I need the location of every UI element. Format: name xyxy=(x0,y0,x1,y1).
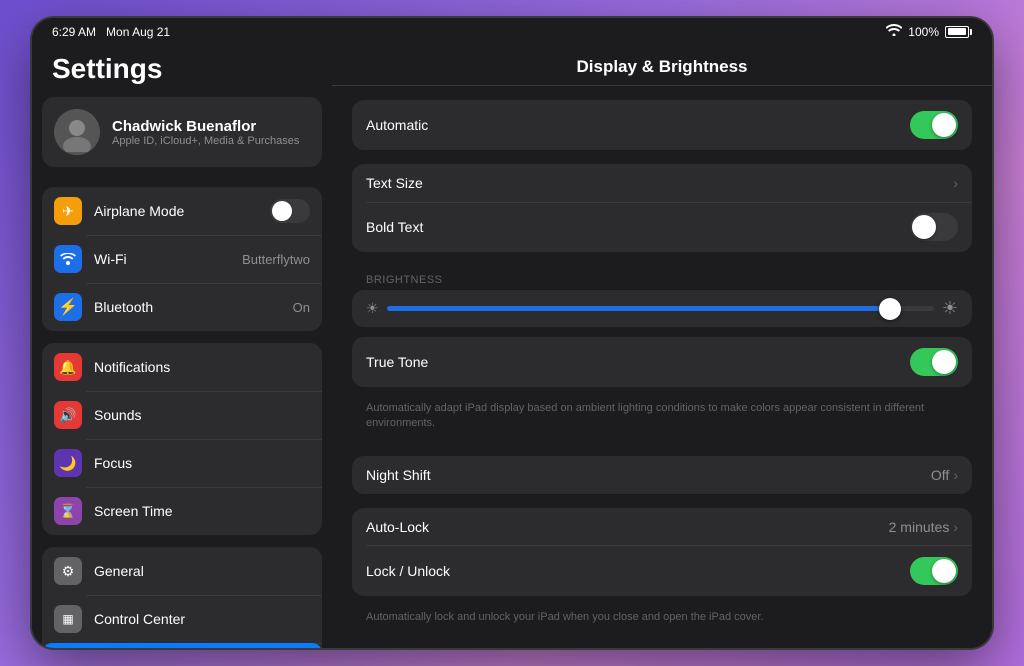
avatar xyxy=(54,109,100,155)
user-info: Chadwick Buenaflor Apple ID, iCloud+, Me… xyxy=(112,118,299,147)
sidebar-item-screentime[interactable]: ⌛ Screen Time xyxy=(42,487,322,535)
focus-icon: 🌙 xyxy=(54,449,82,477)
truetone-label: True Tone xyxy=(366,354,910,370)
wifi-icon xyxy=(886,24,902,39)
airplane-icon: ✈ xyxy=(54,197,82,225)
detail-group-nightshift: Night Shift Off › xyxy=(352,456,972,494)
user-card[interactable]: Chadwick Buenaflor Apple ID, iCloud+, Me… xyxy=(42,97,322,167)
screentime-icon: ⌛ xyxy=(54,497,82,525)
detail-group-text: Text Size › Bold Text xyxy=(352,164,972,252)
time: 6:29 AM xyxy=(52,25,96,39)
battery-percentage: 100% xyxy=(908,25,939,39)
user-name: Chadwick Buenaflor xyxy=(112,118,299,135)
controlcenter-icon: ▦ xyxy=(54,605,82,633)
nightshift-label: Night Shift xyxy=(366,467,931,483)
detail-row-automatic: Automatic xyxy=(352,100,972,150)
detail-group-lock: Auto-Lock 2 minutes › Lock / Unlock xyxy=(352,508,972,596)
sidebar-item-displaybrightness[interactable]: AA Display & Brightness xyxy=(42,643,322,648)
wifi-nav-icon xyxy=(54,245,82,273)
status-icons: 100% xyxy=(886,24,972,39)
brightness-track[interactable] xyxy=(387,306,934,311)
automatic-toggle[interactable] xyxy=(910,111,958,139)
sun-large-icon: ☀ xyxy=(942,298,958,319)
textsize-chevron: › xyxy=(953,175,958,191)
detail-row-autolock[interactable]: Auto-Lock 2 minutes › xyxy=(352,508,972,546)
detail-row-truetone: True Tone xyxy=(352,337,972,387)
detail-group-truetone: True Tone xyxy=(352,337,972,387)
sun-small-icon: ☀ xyxy=(366,300,379,317)
status-bar: 6:29 AM Mon Aug 21 100% xyxy=(32,18,992,45)
sidebar: Settings Chadwick Buenaflor Apple ID, iC… xyxy=(32,45,332,648)
sidebar-group-notifications: 🔔 Notifications 🔊 Sounds 🌙 Focus ⌛ Scree… xyxy=(42,343,322,535)
sidebar-item-controlcenter[interactable]: ▦ Control Center xyxy=(42,595,322,643)
wifi-value: Butterflytwo xyxy=(242,252,310,267)
sidebar-label-notifications: Notifications xyxy=(94,359,310,375)
autolock-chevron: › xyxy=(953,519,958,535)
sidebar-item-bluetooth[interactable]: ⚡ Bluetooth On xyxy=(42,283,322,331)
sidebar-label-general: General xyxy=(94,563,310,579)
detail-group-automatic: Automatic xyxy=(352,100,972,150)
sidebar-title: Settings xyxy=(42,45,322,97)
autolock-label: Auto-Lock xyxy=(366,519,889,535)
sidebar-group-general: ⚙ General ▦ Control Center AA Display & … xyxy=(42,547,322,648)
notifications-icon: 🔔 xyxy=(54,353,82,381)
detail-row-textsize[interactable]: Text Size › xyxy=(352,164,972,202)
general-icon: ⚙ xyxy=(54,557,82,585)
brightness-fill xyxy=(387,306,880,311)
main-content: Settings Chadwick Buenaflor Apple ID, iC… xyxy=(32,45,992,648)
detail-row-nightshift[interactable]: Night Shift Off › xyxy=(352,456,972,494)
boldtext-toggle[interactable] xyxy=(910,213,958,241)
sidebar-label-controlcenter: Control Center xyxy=(94,611,310,627)
autolock-value: 2 minutes xyxy=(889,519,950,535)
sidebar-item-focus[interactable]: 🌙 Focus xyxy=(42,439,322,487)
user-subtitle: Apple ID, iCloud+, Media & Purchases xyxy=(112,135,299,147)
detail-row-lockunlock: Lock / Unlock xyxy=(352,546,972,596)
sidebar-label-sounds: Sounds xyxy=(94,407,310,423)
sidebar-item-airplane[interactable]: ✈ Airplane Mode xyxy=(42,187,322,235)
sidebar-label-wifi: Wi-Fi xyxy=(94,251,230,267)
bluetooth-value: On xyxy=(293,300,310,315)
ipad-frame: 6:29 AM Mon Aug 21 100% Settings xyxy=(32,18,992,648)
sidebar-label-screentime: Screen Time xyxy=(94,503,310,519)
brightness-slider-container: ☀ ☀ xyxy=(352,290,972,327)
lockunlock-label: Lock / Unlock xyxy=(366,563,910,579)
sidebar-item-wifi[interactable]: Wi-Fi Butterflytwo xyxy=(42,235,322,283)
detail-pane: Display & Brightness Automatic Text Size… xyxy=(332,45,992,648)
sidebar-label-focus: Focus xyxy=(94,455,310,471)
sidebar-item-general[interactable]: ⚙ General xyxy=(42,547,322,595)
detail-title: Display & Brightness xyxy=(332,45,992,86)
sidebar-label-bluetooth: Bluetooth xyxy=(94,299,281,315)
sidebar-item-sounds[interactable]: 🔊 Sounds xyxy=(42,391,322,439)
nightshift-value: Off xyxy=(931,467,949,483)
truetone-description: Automatically adapt iPad display based o… xyxy=(352,395,972,442)
lockunlock-toggle[interactable] xyxy=(910,557,958,585)
airplane-toggle[interactable] xyxy=(270,199,310,223)
sidebar-item-notifications[interactable]: 🔔 Notifications xyxy=(42,343,322,391)
status-time: 6:29 AM Mon Aug 21 xyxy=(52,25,170,39)
brightness-section-label: BRIGHTNESS xyxy=(352,260,972,290)
nightshift-chevron: › xyxy=(953,467,958,483)
truetone-toggle[interactable] xyxy=(910,348,958,376)
textsize-label: Text Size xyxy=(366,175,953,191)
detail-row-boldtext: Bold Text xyxy=(352,202,972,252)
bluetooth-icon: ⚡ xyxy=(54,293,82,321)
sidebar-group-connectivity: ✈ Airplane Mode Wi-Fi Butterflytwo ⚡ Blu… xyxy=(42,187,322,331)
sounds-icon: 🔊 xyxy=(54,401,82,429)
automatic-label: Automatic xyxy=(366,117,910,133)
lockunlock-description: Automatically lock and unlock your iPad … xyxy=(352,604,972,635)
date: Mon Aug 21 xyxy=(106,25,170,39)
detail-section-appearance: Automatic Text Size › Bold Text xyxy=(352,100,972,648)
battery-icon xyxy=(945,26,972,38)
brightness-thumb xyxy=(879,298,901,320)
boldtext-label: Bold Text xyxy=(366,219,910,235)
display-section-label: DISPLAY xyxy=(352,635,972,648)
sidebar-label-airplane: Airplane Mode xyxy=(94,203,258,219)
